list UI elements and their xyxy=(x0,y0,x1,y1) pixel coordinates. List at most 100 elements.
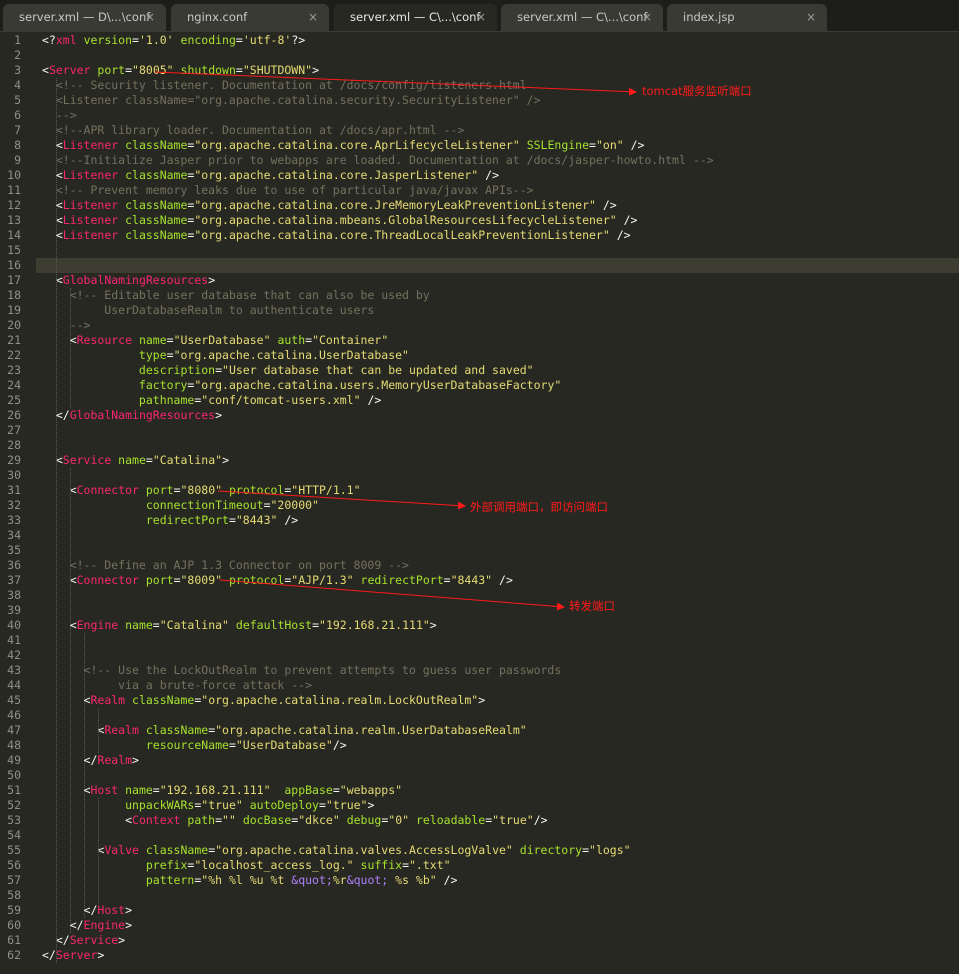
line-number: 59 xyxy=(7,903,21,917)
code-line: factory="org.apache.catalina.users.Memor… xyxy=(42,378,562,392)
tab-label: server.xml — C\...\conf xyxy=(350,10,481,24)
code-line: <!-- Define an AJP 1.3 Connector on port… xyxy=(42,558,409,572)
line-number: 58 xyxy=(7,888,21,902)
code-line: resourceName="UserDatabase"/> xyxy=(42,738,347,752)
line-number: 48 xyxy=(7,738,21,752)
line-number: 33 xyxy=(7,513,21,527)
line-number: 28 xyxy=(7,438,21,452)
tab-index-jsp[interactable]: index.jsp × xyxy=(667,4,827,31)
line-number: 24 xyxy=(7,378,21,392)
line-number: 19 xyxy=(7,303,21,317)
line-number: 44 xyxy=(7,678,21,692)
line-number: 7 xyxy=(14,123,21,137)
line-number: 42 xyxy=(7,648,21,662)
line-number: 40 xyxy=(7,618,21,632)
code-line: <Connector port="8080" protocol="HTTP/1.… xyxy=(42,483,361,497)
line-number: 31 xyxy=(7,483,21,497)
tab-server-xml-c-active[interactable]: server.xml — C\...\conf × xyxy=(334,4,497,31)
tab-server-xml-c[interactable]: server.xml — C\...\conf × xyxy=(501,4,663,31)
annotation-note-access-port: 外部调用端口，即访问端口 xyxy=(470,500,608,514)
close-icon[interactable]: × xyxy=(307,4,319,31)
code-line: <Engine name="Catalina" defaultHost="192… xyxy=(42,618,437,632)
line-number: 25 xyxy=(7,393,21,407)
code-line: </GlobalNamingResources> xyxy=(42,408,223,422)
line-number: 11 xyxy=(7,183,21,197)
indent-guide xyxy=(84,633,85,918)
code-line: <Listener className="org.apache.catalina… xyxy=(42,198,617,212)
line-number: 10 xyxy=(7,168,21,182)
code-line: <!-- Prevent memory leaks due to use of … xyxy=(42,183,534,197)
code-line: <!-- Editable user database that can als… xyxy=(42,288,430,302)
line-number: 8 xyxy=(14,138,21,152)
code-line: <Listener className="org.apache.catalina… xyxy=(42,213,638,227)
tab-label: server.xml — C\...\conf xyxy=(517,10,648,24)
line-number: 1 xyxy=(14,33,21,47)
code-line: <GlobalNamingResources> xyxy=(42,273,216,287)
code-line: <!-- Security listener. Documentation at… xyxy=(42,78,527,92)
line-number: 2 xyxy=(14,48,21,62)
line-number: 23 xyxy=(7,363,21,377)
indent-guide xyxy=(70,288,71,408)
line-number: 6 xyxy=(14,108,21,122)
code-line: UserDatabaseRealm to authenticate users xyxy=(42,303,375,317)
line-number: 53 xyxy=(7,813,21,827)
indent-guide xyxy=(70,468,71,933)
code-line: <Valve className="org.apache.catalina.va… xyxy=(42,843,631,857)
code-line: <!--APR library loader. Documentation at… xyxy=(42,123,465,137)
line-number: 36 xyxy=(7,558,21,572)
close-icon[interactable]: × xyxy=(805,4,817,31)
line-number: 21 xyxy=(7,333,21,347)
line-number: 32 xyxy=(7,498,21,512)
tab-server-xml-d[interactable]: server.xml — D\...\conf × xyxy=(3,4,166,31)
line-number: 61 xyxy=(7,933,21,947)
line-number: 60 xyxy=(7,918,21,932)
code-line: description="User database that can be u… xyxy=(42,363,534,377)
code-line: <Host name="192.168.21.111" appBase="web… xyxy=(42,783,403,797)
line-number: 30 xyxy=(7,468,21,482)
line-number: 20 xyxy=(7,318,21,332)
line-number: 37 xyxy=(7,573,21,587)
line-number: 14 xyxy=(7,228,21,242)
line-number: 18 xyxy=(7,288,21,302)
line-number: 54 xyxy=(7,828,21,842)
line-number: 13 xyxy=(7,213,21,227)
line-number: 12 xyxy=(7,198,21,212)
code-line: <Service name="Catalina"> xyxy=(42,453,229,467)
code-line: <Context path="" docBase="dkce" debug="0… xyxy=(42,813,548,827)
line-number: 45 xyxy=(7,693,21,707)
code-line: unpackWARs="true" autoDeploy="true"> xyxy=(42,798,375,812)
code-line: </Service> xyxy=(42,933,126,947)
indent-guide xyxy=(98,708,99,753)
code-line: <Listener className="org.apache.catalina… xyxy=(42,168,500,182)
tab-label: index.jsp xyxy=(683,10,735,24)
tab-nginx-conf[interactable]: nginx.conf × xyxy=(171,4,329,31)
line-number: 52 xyxy=(7,798,21,812)
code-line: <Listener className="org.apache.catalina… xyxy=(42,138,645,152)
annotation-note-forward-port: 转发端口 xyxy=(569,599,615,613)
indent-guide xyxy=(98,798,99,903)
line-number: 35 xyxy=(7,543,21,557)
annotation-note-tomcat-port: tomcat服务监听端口 xyxy=(642,84,752,98)
code-line: --> xyxy=(42,318,91,332)
code-line: <Listener className="org.apache.catalina… xyxy=(42,228,631,242)
close-icon[interactable]: × xyxy=(641,4,653,31)
line-number: 51 xyxy=(7,783,21,797)
line-number: 34 xyxy=(7,528,21,542)
code-line: <!-- Use the LockOutRealm to prevent att… xyxy=(42,663,562,677)
close-icon[interactable]: × xyxy=(144,4,156,31)
code-line: via a brute-force attack --> xyxy=(42,678,313,692)
line-number: 39 xyxy=(7,603,21,617)
code-line: connectionTimeout="20000" xyxy=(42,498,319,512)
line-number: 43 xyxy=(7,663,21,677)
code-line: <?xml version='1.0' encoding='utf-8'?> xyxy=(42,33,306,47)
code-line: redirectPort="8443" /> xyxy=(42,513,299,527)
line-number: 4 xyxy=(14,78,21,92)
line-number: 5 xyxy=(14,93,21,107)
code-line: <!--Initialize Jasper prior to webapps a… xyxy=(42,153,714,167)
close-icon[interactable]: × xyxy=(475,4,487,31)
line-number: 29 xyxy=(7,453,21,467)
code-line: <Realm className="org.apache.catalina.re… xyxy=(42,723,527,737)
code-line: <Server port="8005" shutdown="SHUTDOWN"> xyxy=(42,63,320,77)
line-number: 46 xyxy=(7,708,21,722)
line-number: 57 xyxy=(7,873,21,887)
